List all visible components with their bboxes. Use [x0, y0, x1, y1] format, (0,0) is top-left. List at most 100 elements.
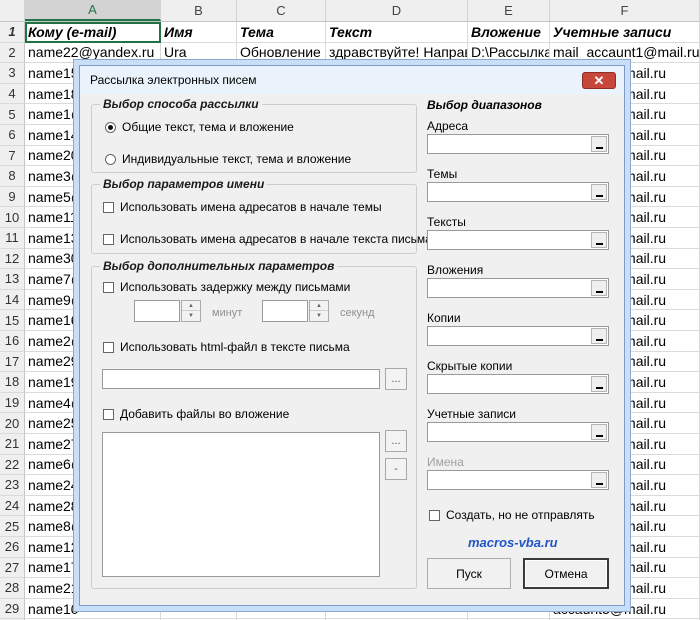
attachments-range-input[interactable] [427, 278, 609, 298]
row-number[interactable]: 7 [0, 145, 25, 167]
spin-down-icon[interactable]: ▼ [310, 311, 328, 321]
row-number[interactable]: 6 [0, 125, 25, 146]
cell-col-f[interactable]: mail_accaunt1@mail.ru [550, 42, 700, 64]
create-only[interactable]: Создать, но не отправлять [429, 508, 595, 522]
row-number[interactable]: 12 [0, 248, 25, 270]
checkbox-create-only[interactable] [429, 509, 440, 521]
select-all-corner[interactable] [0, 0, 25, 21]
row-number[interactable]: 3 [0, 63, 25, 84]
cell-col-c[interactable]: Обновление [237, 42, 326, 64]
column-header-c[interactable]: C [237, 0, 326, 21]
minutes-input[interactable] [134, 300, 180, 322]
row-number[interactable]: 15 [0, 310, 25, 331]
attachments-list[interactable] [102, 432, 380, 577]
row-number[interactable]: 25 [0, 516, 25, 537]
attachment-add-button[interactable]: ... [385, 430, 407, 452]
option-common[interactable]: Общие текст, тема и вложение [105, 120, 294, 134]
range-select-icon[interactable] [591, 136, 607, 152]
row-number[interactable]: 1 [0, 22, 25, 43]
range-select-icon[interactable] [591, 376, 607, 392]
subjects-range-input[interactable] [427, 182, 609, 202]
checkbox-delay[interactable] [103, 281, 114, 293]
cell-col-b[interactable]: Имя [161, 22, 237, 43]
dialog-titlebar[interactable]: Рассылка электронных писем ✕ [80, 66, 624, 94]
seconds-spinner[interactable]: ▲ ▼ [309, 300, 329, 322]
html-file-path-input[interactable] [102, 369, 380, 389]
cell-col-d[interactable]: Текст [326, 22, 468, 43]
row-number[interactable]: 9 [0, 186, 25, 208]
row-number[interactable]: 21 [0, 434, 25, 455]
add-attachments[interactable]: Добавить файлы во вложение [103, 407, 289, 421]
cell-col-a[interactable]: Кому (e-mail) [25, 22, 161, 43]
row-number[interactable]: 22 [0, 454, 25, 476]
row-number[interactable]: 14 [0, 289, 25, 311]
column-header-b[interactable]: B [161, 0, 237, 21]
option-individual[interactable]: Индивидуальные текст, тема и вложение [105, 152, 351, 166]
cell-col-f[interactable]: Учетные записи [550, 22, 700, 43]
range-select-icon[interactable] [591, 280, 607, 296]
use-delay[interactable]: Использовать задержку между письмами [103, 280, 350, 294]
column-header-f[interactable]: F [550, 0, 700, 21]
radio-individual[interactable] [105, 153, 116, 165]
range-select-icon[interactable] [591, 232, 607, 248]
name-group-title: Выбор параметров имени [100, 177, 268, 191]
row-number[interactable]: 27 [0, 557, 25, 579]
row-number[interactable]: 2 [0, 42, 25, 64]
column-header-a[interactable]: A [25, 0, 161, 21]
site-link[interactable]: macros-vba.ru [468, 535, 558, 550]
use-html-file[interactable]: Использовать html-файл в тексте письма [103, 340, 350, 354]
cc-range-input[interactable] [427, 326, 609, 346]
row-number[interactable]: 10 [0, 207, 25, 228]
row-number[interactable]: 16 [0, 331, 25, 352]
close-button[interactable]: ✕ [582, 72, 616, 89]
cell-col-b[interactable]: Ura [161, 42, 237, 64]
row-number[interactable]: 5 [0, 104, 25, 125]
row-number[interactable]: 24 [0, 495, 25, 517]
cell-col-d[interactable]: здравствуйте! Направ [326, 42, 468, 64]
spin-up-icon[interactable]: ▲ [310, 301, 328, 311]
addresses-range-input[interactable] [427, 134, 609, 154]
use-names-body[interactable]: Использовать имена адресатов в начале те… [103, 232, 432, 246]
row-number[interactable]: 13 [0, 269, 25, 290]
attachment-remove-button[interactable]: - [385, 458, 407, 480]
range-select-icon[interactable] [591, 184, 607, 200]
row-number[interactable]: 26 [0, 537, 25, 558]
column-header-e[interactable]: E [468, 0, 550, 21]
row-number[interactable]: 18 [0, 372, 25, 393]
row-number[interactable]: 19 [0, 392, 25, 414]
use-names-subject[interactable]: Использовать имена адресатов в начале те… [103, 200, 382, 214]
cancel-button[interactable]: Отмена [523, 558, 609, 589]
cell-col-c[interactable]: Тема [237, 22, 326, 43]
names-range-input[interactable] [427, 470, 609, 490]
row-number[interactable]: 11 [0, 228, 25, 249]
checkbox-attachments[interactable] [103, 408, 114, 420]
texts-range-input[interactable] [427, 230, 609, 250]
spin-up-icon[interactable]: ▲ [182, 301, 200, 311]
start-button[interactable]: Пуск [427, 558, 511, 589]
column-header-d[interactable]: D [326, 0, 468, 21]
accounts-range-input[interactable] [427, 422, 609, 442]
range-select-icon[interactable] [591, 424, 607, 440]
checkbox-names-body[interactable] [103, 233, 114, 245]
row-number[interactable]: 28 [0, 578, 25, 599]
radio-common[interactable] [105, 121, 116, 133]
range-select-icon[interactable] [591, 328, 607, 344]
cell-col-e[interactable]: D:\Рассылка [468, 42, 550, 64]
row-number[interactable]: 29 [0, 598, 25, 620]
range-select-icon[interactable] [591, 472, 607, 488]
cell-col-e[interactable]: Вложение [468, 22, 550, 43]
checkbox-html-file[interactable] [103, 341, 114, 353]
html-browse-button[interactable]: ... [385, 368, 407, 390]
spin-down-icon[interactable]: ▼ [182, 311, 200, 321]
row-number[interactable]: 23 [0, 475, 25, 496]
row-number[interactable]: 20 [0, 413, 25, 434]
create-only-label: Создать, но не отправлять [446, 508, 595, 522]
row-number[interactable]: 4 [0, 83, 25, 105]
minutes-spinner[interactable]: ▲ ▼ [181, 300, 201, 322]
row-number[interactable]: 8 [0, 166, 25, 187]
seconds-input[interactable] [262, 300, 308, 322]
row-number[interactable]: 17 [0, 351, 25, 373]
cell-col-a[interactable]: name22@yandex.ru [25, 42, 161, 64]
checkbox-names-subject[interactable] [103, 201, 114, 213]
bcc-range-input[interactable] [427, 374, 609, 394]
